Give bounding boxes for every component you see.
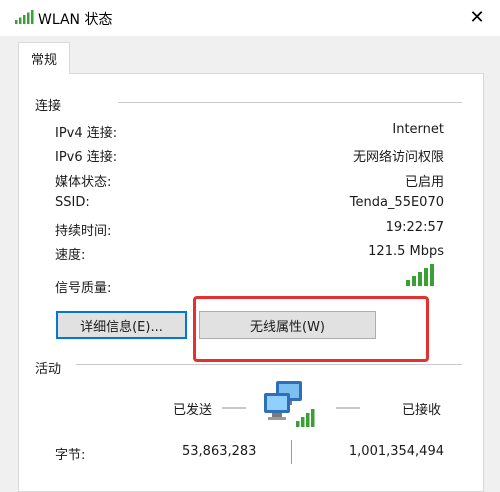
media-state-value: 已启用 bbox=[404, 175, 444, 190]
ipv4-label: IPv4 连接: bbox=[55, 126, 118, 141]
duration-label: 持续时间: bbox=[55, 224, 112, 239]
connection-section-title: 连接 bbox=[35, 99, 62, 114]
media-state-label: 媒体状态: bbox=[55, 175, 112, 190]
tab-general-label: 常规 bbox=[30, 53, 57, 68]
window-title: WLAN 状态 bbox=[38, 12, 113, 28]
wifi-signal-icon bbox=[15, 10, 34, 24]
connection-divider bbox=[118, 102, 462, 103]
details-button-label: 详细信息(E)... bbox=[80, 319, 163, 335]
sent-line bbox=[222, 407, 246, 409]
signal-strength-icon bbox=[406, 264, 434, 286]
ipv4-value: Internet bbox=[392, 122, 444, 137]
received-line bbox=[336, 407, 360, 409]
title-bar: WLAN 状态 ✕ bbox=[0, 0, 500, 36]
ipv6-label: IPv6 连接: bbox=[55, 150, 118, 165]
bytes-separator bbox=[291, 440, 292, 464]
ssid-value: Tenda_55E070 bbox=[349, 195, 444, 210]
details-button[interactable]: 详细信息(E)... bbox=[56, 311, 187, 339]
signal-quality-label: 信号质量: bbox=[55, 281, 112, 296]
wireless-properties-button[interactable]: 无线属性(W) bbox=[199, 311, 376, 339]
sent-label: 已发送 bbox=[173, 403, 213, 418]
close-icon: ✕ bbox=[469, 6, 485, 28]
speed-label: 速度: bbox=[55, 248, 86, 263]
speed-value: 121.5 Mbps bbox=[368, 244, 444, 259]
duration-value: 19:22:57 bbox=[385, 220, 444, 235]
ipv6-value: 无网络访问权限 bbox=[352, 150, 444, 165]
activity-divider bbox=[76, 364, 462, 365]
bytes-label: 字节: bbox=[55, 448, 86, 463]
close-button[interactable]: ✕ bbox=[454, 0, 500, 34]
received-label: 已接收 bbox=[402, 403, 442, 418]
bytes-sent-value: 53,863,283 bbox=[182, 444, 257, 459]
activity-section-title: 活动 bbox=[35, 362, 62, 377]
bytes-received-value: 1,001,354,494 bbox=[348, 444, 444, 459]
wireless-properties-button-label: 无线属性(W) bbox=[250, 319, 325, 335]
tab-general[interactable]: 常规 bbox=[18, 42, 70, 74]
network-computers-icon bbox=[264, 381, 315, 427]
ssid-label: SSID: bbox=[55, 195, 90, 210]
